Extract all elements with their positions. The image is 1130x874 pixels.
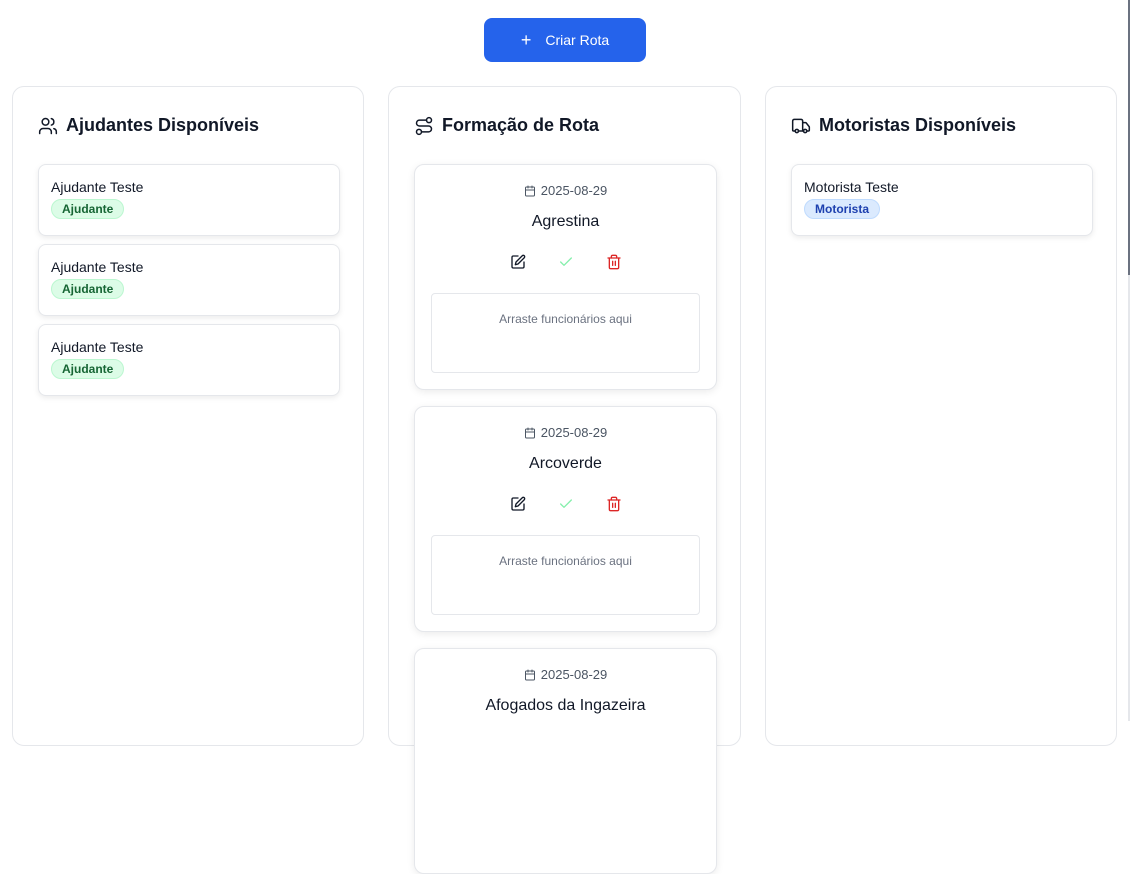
route-date: 2025-08-29 bbox=[415, 667, 716, 682]
route-date-text: 2025-08-29 bbox=[540, 425, 608, 440]
helper-card[interactable]: Ajudante Teste Ajudante bbox=[38, 324, 340, 396]
route-date-text: 2025-08-29 bbox=[540, 667, 608, 682]
route-date: 2025-08-29 bbox=[415, 183, 716, 198]
route-name: Afogados da Ingazeira bbox=[485, 697, 646, 714]
driver-name: Motorista Teste bbox=[804, 179, 899, 195]
route-date-text: 2025-08-29 bbox=[540, 183, 608, 198]
calendar-icon bbox=[524, 669, 535, 680]
route-actions bbox=[415, 253, 716, 271]
helper-card[interactable]: Ajudante Teste Ajudante bbox=[38, 164, 340, 236]
role-badge: Motorista bbox=[804, 199, 880, 219]
plus-icon: + bbox=[520, 30, 532, 50]
helpers-column: Ajudantes Disponíveis Ajudante Teste Aju… bbox=[12, 86, 364, 746]
create-route-label: Criar Rota bbox=[545, 32, 610, 48]
role-badge: Ajudante bbox=[51, 199, 125, 219]
routes-title-text: Formação de Rota bbox=[442, 115, 600, 135]
route-card[interactable]: 2025-08-29 Arcoverde Arraste funcionário… bbox=[414, 406, 717, 632]
drivers-title-text: Motoristas Disponíveis bbox=[819, 115, 1017, 135]
users-icon bbox=[38, 117, 58, 134]
route-icon bbox=[415, 116, 433, 135]
helper-card[interactable]: Ajudante Teste Ajudante bbox=[38, 244, 340, 316]
edit-icon[interactable] bbox=[509, 253, 527, 271]
calendar-icon bbox=[524, 427, 535, 438]
route-date: 2025-08-29 bbox=[415, 425, 716, 440]
driver-card[interactable]: Motorista Teste Motorista bbox=[791, 164, 1093, 236]
helpers-title: Ajudantes Disponíveis bbox=[38, 115, 259, 136]
drop-zone[interactable]: Arraste funcionários aqui bbox=[431, 535, 700, 615]
helper-name: Ajudante Teste bbox=[51, 179, 144, 195]
route-actions bbox=[415, 495, 716, 513]
create-route-button[interactable]: + Criar Rota bbox=[484, 18, 646, 62]
trash-icon[interactable] bbox=[605, 253, 623, 271]
calendar-icon bbox=[524, 185, 535, 196]
helper-name: Ajudante Teste bbox=[51, 259, 144, 275]
routes-title: Formação de Rota bbox=[414, 115, 599, 136]
role-badge: Ajudante bbox=[51, 359, 125, 379]
route-name: Agrestina bbox=[531, 213, 600, 230]
drivers-column: Motoristas Disponíveis Motorista Teste M… bbox=[765, 86, 1117, 746]
truck-icon bbox=[791, 118, 811, 133]
check-icon[interactable] bbox=[557, 495, 575, 513]
route-card[interactable]: 2025-08-29 Agrestina Arraste funcionário… bbox=[414, 164, 717, 390]
helper-name: Ajudante Teste bbox=[51, 339, 144, 355]
drivers-title: Motoristas Disponíveis bbox=[791, 115, 1016, 136]
drop-zone[interactable]: Arraste funcionários aqui bbox=[431, 293, 700, 373]
route-name: Arcoverde bbox=[529, 455, 602, 472]
trash-icon[interactable] bbox=[605, 495, 623, 513]
check-icon[interactable] bbox=[557, 253, 575, 271]
edit-icon[interactable] bbox=[509, 495, 527, 513]
role-badge: Ajudante bbox=[51, 279, 125, 299]
helpers-title-text: Ajudantes Disponíveis bbox=[66, 115, 260, 135]
routes-column: Formação de Rota 2025-08-29 Agrestina Ar… bbox=[388, 86, 741, 874]
route-card[interactable]: 2025-08-29 Afogados da Ingazeira bbox=[414, 648, 717, 874]
